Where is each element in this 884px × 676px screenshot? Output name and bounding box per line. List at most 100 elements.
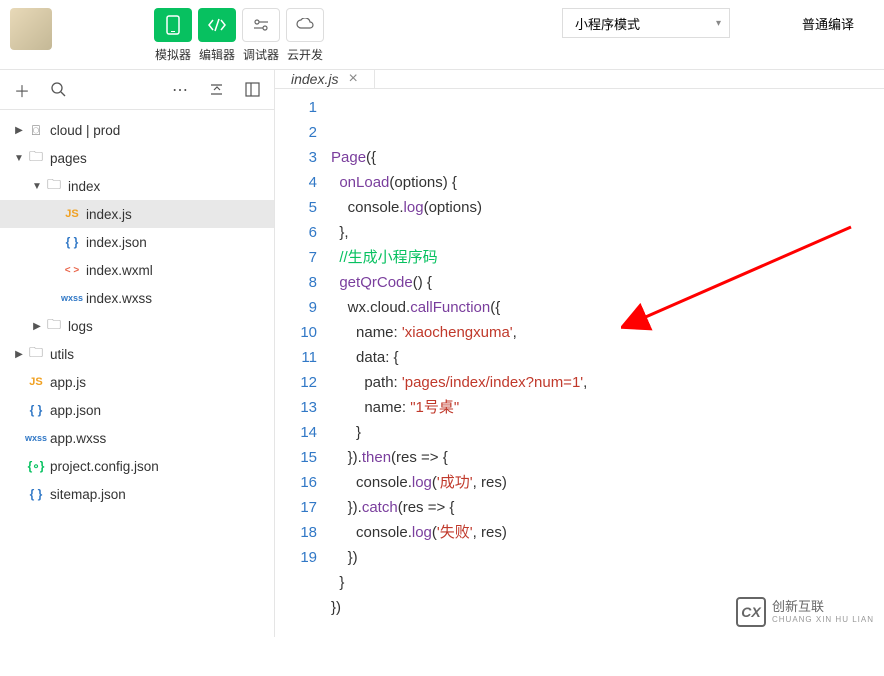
line-number: 7 [275, 245, 317, 270]
debugger-button[interactable]: 调试器 [242, 8, 280, 63]
folder-icon: 🗀 [26, 146, 46, 170]
tree-arrow-icon: ▼ [30, 181, 44, 192]
line-number: 6 [275, 220, 317, 245]
code-line: }, [331, 220, 884, 245]
tree-item-index-wxml[interactable]: < > index.wxml [0, 256, 274, 284]
wxml-icon: < > [62, 265, 82, 276]
watermark-logo: CX [736, 597, 766, 627]
code-icon [198, 8, 236, 42]
split-icon[interactable] [238, 76, 266, 104]
line-number: 11 [275, 345, 317, 370]
cloud-icon [286, 8, 324, 42]
code-line: path: 'pages/index/index?num=1', [331, 370, 884, 395]
tree-arrow-icon: ▶ [12, 349, 26, 360]
sidebar-toolbar: ＋ ⋯ [0, 70, 274, 110]
code-content[interactable]: Page({ onLoad(options) { console.log(opt… [331, 89, 884, 676]
tree-item-label: index.wxml [86, 263, 153, 278]
editor-label: 编辑器 [199, 46, 235, 63]
mode-controls: 小程序模式 普通编译 [562, 8, 874, 38]
phone-icon [154, 8, 192, 42]
cloud-label: 云开发 [287, 46, 323, 63]
mode-select-value: 小程序模式 [575, 14, 640, 33]
code-line: //生成小程序码 [331, 245, 884, 270]
line-number: 12 [275, 370, 317, 395]
top-toolbar: 模拟器 编辑器 调试器 云开发 小程序模式 普通编译 [0, 0, 884, 70]
tree-item-label: app.js [50, 375, 86, 390]
tree-item-app-wxss[interactable]: wxssapp.wxss [0, 424, 274, 452]
folder-cloud-icon: ⌼ [26, 122, 46, 139]
line-number: 19 [275, 545, 317, 570]
code-line: }).catch(res => { [331, 495, 884, 520]
line-number: 10 [275, 320, 317, 345]
tree-item-utils[interactable]: ▶🗀utils [0, 340, 274, 368]
tree-arrow-icon: ▼ [12, 153, 26, 164]
settings-icon [242, 8, 280, 42]
tree-item-label: logs [68, 319, 93, 334]
tree-item-logs[interactable]: ▶🗀 logs [0, 312, 274, 340]
code-line: }).then(res => { [331, 445, 884, 470]
line-number: 5 [275, 195, 317, 220]
tree-item-index-wxss[interactable]: wxss index.wxss [0, 284, 274, 312]
sidebar: ＋ ⋯ ▶⌼cloud | prod▼🗀pages▼🗀indexJSindex.… [0, 70, 275, 637]
line-number: 15 [275, 445, 317, 470]
tree-item-label: pages [50, 151, 87, 166]
line-numbers: 12345678910111213141516171819 [275, 89, 331, 676]
config-icon: {∘} [26, 459, 46, 473]
tree-item-cloud---prod[interactable]: ▶⌼cloud | prod [0, 116, 274, 144]
code-line: name: 'xiaochengxuma', [331, 320, 884, 345]
search-icon[interactable] [44, 76, 72, 104]
tree-item-label: app.wxss [50, 431, 106, 446]
watermark-cn: 创新互联 [772, 599, 874, 615]
js-icon: JS [26, 376, 46, 388]
tree-item-sitemap-json[interactable]: { }sitemap.json [0, 480, 274, 508]
tree-item-index-js[interactable]: JSindex.js [0, 200, 274, 228]
tab-label: index.js [291, 71, 338, 87]
code-line: console.log('失败', res) [331, 520, 884, 545]
line-number: 17 [275, 495, 317, 520]
code-line: } [331, 420, 884, 445]
close-icon[interactable]: × [348, 70, 357, 88]
tree-item-index[interactable]: ▼🗀index [0, 172, 274, 200]
code-editor[interactable]: 12345678910111213141516171819 Page({ onL… [275, 89, 884, 676]
code-line: getQrCode() { [331, 270, 884, 295]
simulator-button[interactable]: 模拟器 [154, 8, 192, 63]
tree-item-pages[interactable]: ▼🗀 pages [0, 144, 274, 172]
toolbar-buttons: 模拟器 编辑器 调试器 云开发 [154, 8, 324, 63]
compile-label[interactable]: 普通编译 [802, 14, 854, 33]
app-project-icon[interactable] [10, 8, 52, 50]
collapse-icon[interactable] [202, 76, 230, 104]
tree-item-app-js[interactable]: JS app.js [0, 368, 274, 396]
folder-icon: 🗀 [44, 314, 64, 338]
code-line: console.log('成功', res) [331, 470, 884, 495]
tree-item-label: utils [50, 347, 74, 362]
debugger-label: 调试器 [243, 46, 279, 63]
wxss-icon: wxss [62, 293, 82, 303]
line-number: 4 [275, 170, 317, 195]
js-icon: JS [62, 208, 82, 220]
tree-arrow-icon: ▶ [30, 321, 44, 332]
simulator-label: 模拟器 [155, 46, 191, 63]
tree-item-label: sitemap.json [50, 487, 126, 502]
cloud-dev-button[interactable]: 云开发 [286, 8, 324, 63]
line-number: 18 [275, 520, 317, 545]
code-line: onLoad(options) { [331, 170, 884, 195]
add-file-icon[interactable]: ＋ [8, 76, 36, 104]
code-line: wx.cloud.callFunction({ [331, 295, 884, 320]
code-line: data: { [331, 345, 884, 370]
tree-item-label: project.config.json [50, 459, 159, 474]
tree-item-app-json[interactable]: { }app.json [0, 396, 274, 424]
line-number: 2 [275, 120, 317, 145]
more-icon[interactable]: ⋯ [166, 76, 194, 104]
tab-index-js[interactable]: index.js × [275, 70, 375, 88]
editor-button[interactable]: 编辑器 [198, 8, 236, 63]
code-line: console.log(options) [331, 195, 884, 220]
code-line: } [331, 570, 884, 595]
tab-bar: index.js × [275, 70, 884, 89]
tree-item-label: cloud | prod [50, 123, 120, 138]
code-line: }) [331, 545, 884, 570]
tree-item-index-json[interactable]: { }index.json [0, 228, 274, 256]
main-area: ＋ ⋯ ▶⌼cloud | prod▼🗀pages▼🗀indexJSindex.… [0, 70, 884, 637]
mode-select[interactable]: 小程序模式 [562, 8, 730, 38]
tree-item-label: index.wxss [86, 291, 152, 306]
tree-item-project-config-json[interactable]: {∘} project.config.json [0, 452, 274, 480]
